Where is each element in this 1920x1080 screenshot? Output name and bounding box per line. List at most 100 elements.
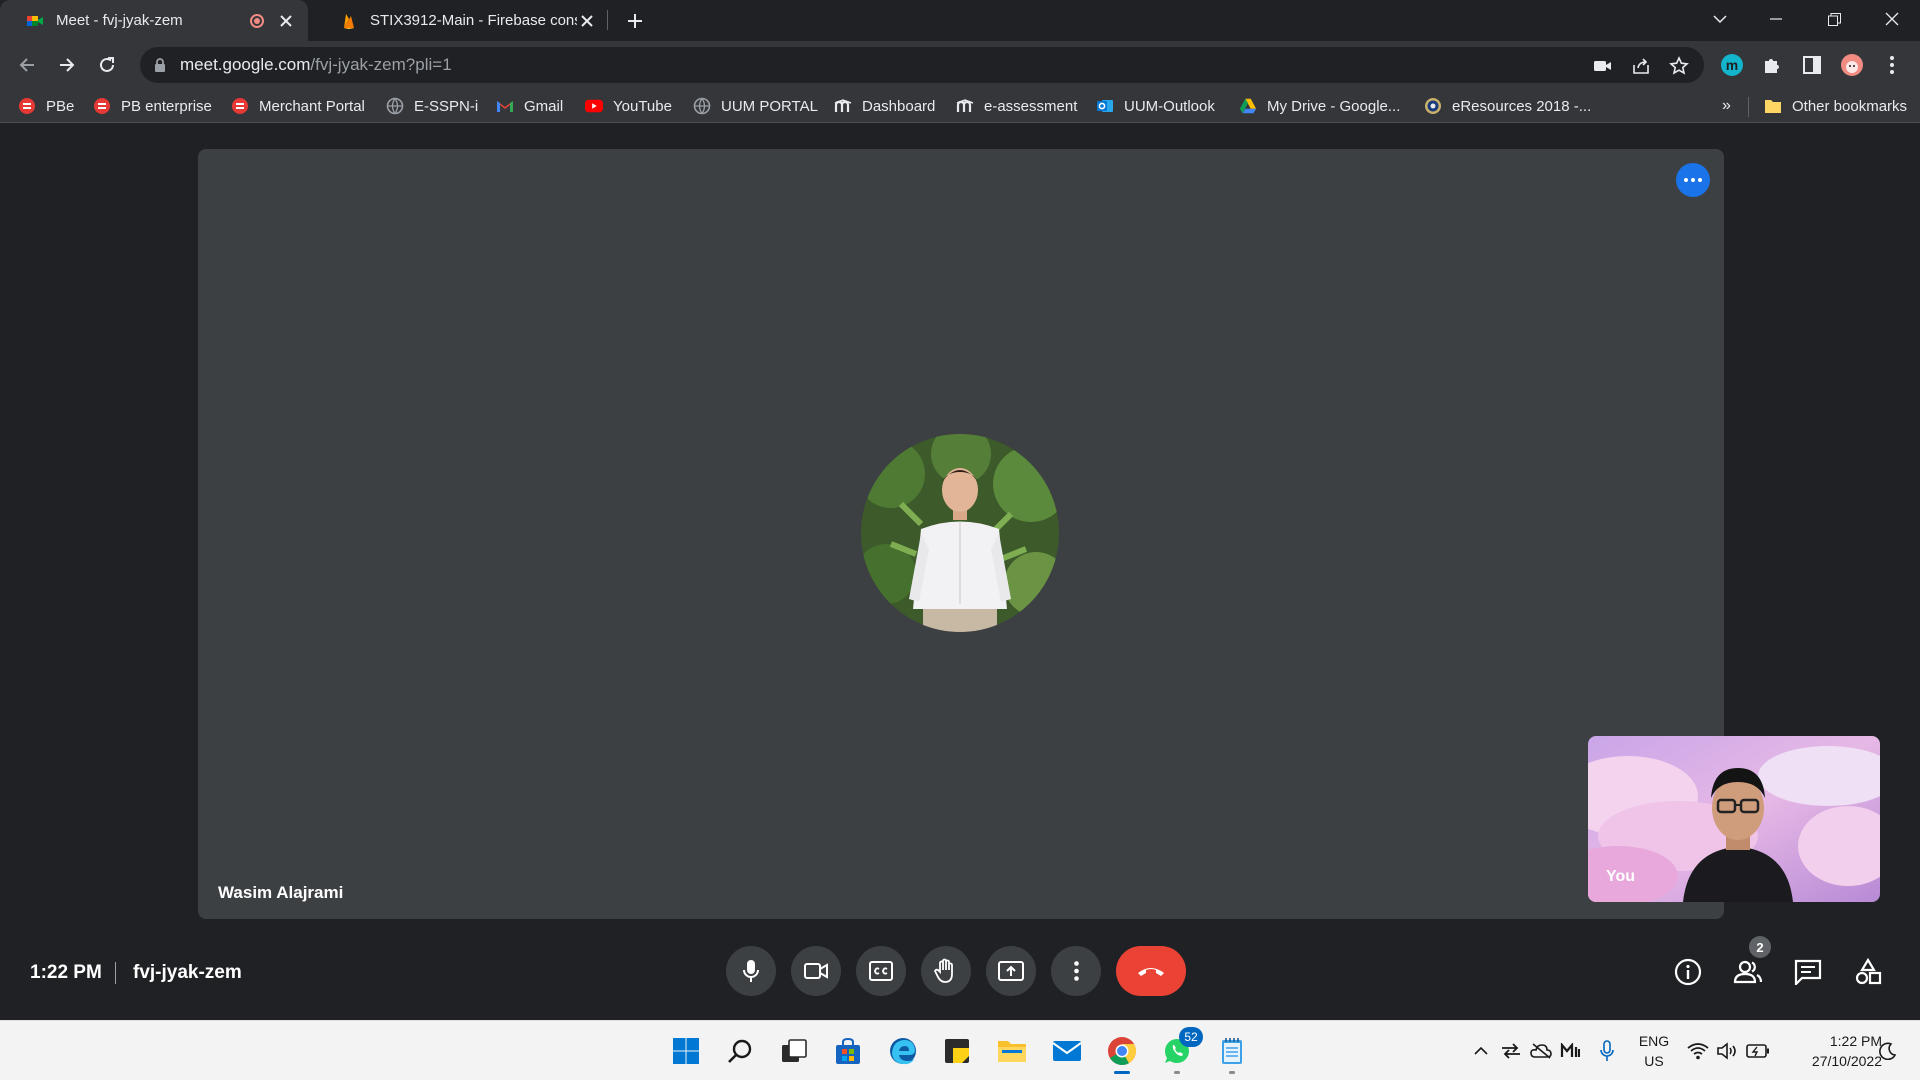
bookmark-label: My Drive - Google... xyxy=(1267,97,1401,115)
bookmark-gmail[interactable]: Gmail xyxy=(496,95,563,117)
forward-button[interactable] xyxy=(53,51,81,79)
reload-button[interactable] xyxy=(93,51,121,79)
sticky-notes-icon xyxy=(945,1039,969,1063)
microphone-in-use-icon[interactable] xyxy=(1595,1039,1619,1063)
bookmark-star-icon[interactable] xyxy=(1668,55,1690,77)
profile-avatar-m[interactable]: m xyxy=(1718,51,1746,79)
bookmark-merchant-portal[interactable]: Merchant Portal xyxy=(231,95,365,117)
bookmark-pb-enterprise[interactable]: PB enterprise xyxy=(93,95,212,117)
browser-toolbar: meet.google.com/fvj-jyak-zem?pli=1 m xyxy=(0,41,1920,89)
whatsapp-button[interactable]: 52 xyxy=(1157,1027,1203,1074)
close-tab-icon[interactable] xyxy=(577,11,597,31)
chevron-up-icon xyxy=(1474,1047,1488,1055)
microsoft-store-button[interactable] xyxy=(828,1031,868,1071)
battery-icon[interactable] xyxy=(1746,1039,1770,1063)
self-view-label: You xyxy=(1606,868,1636,885)
bookmark-uum-portal[interactable]: UUM PORTAL xyxy=(693,95,818,117)
volume-icon[interactable] xyxy=(1716,1039,1740,1063)
arrow-right-icon xyxy=(60,58,75,72)
notepad-button[interactable] xyxy=(1212,1031,1252,1074)
people-count-badge: 2 xyxy=(1749,936,1771,958)
whatsapp-unread-badge: 52 xyxy=(1179,1027,1203,1047)
close-window-button[interactable] xyxy=(1864,0,1920,38)
mic-button[interactable] xyxy=(726,946,776,996)
bookmark-label: UUM PORTAL xyxy=(721,97,818,115)
bookmark-label: PB enterprise xyxy=(121,97,212,115)
eresources-icon xyxy=(1424,97,1442,115)
sticky-notes-button[interactable] xyxy=(937,1031,977,1071)
bookmark-label: Gmail xyxy=(524,97,564,115)
gmail-icon xyxy=(496,97,514,115)
lock-icon xyxy=(155,58,165,72)
camera-button[interactable] xyxy=(791,946,841,996)
tab-search-button[interactable] xyxy=(1692,0,1748,38)
edge-button[interactable] xyxy=(883,1031,923,1071)
other-bookmarks-folder[interactable]: Other bookmarks xyxy=(1764,95,1907,117)
extensions-button[interactable] xyxy=(1758,51,1786,79)
chrome-button[interactable] xyxy=(1102,1031,1142,1074)
more-horizontal-icon xyxy=(1684,178,1702,182)
leave-call-button[interactable] xyxy=(1116,946,1186,996)
input-language-indicator[interactable]: ENG US xyxy=(1634,1031,1674,1071)
tile-options-button[interactable] xyxy=(1676,163,1710,197)
profile-button[interactable] xyxy=(1838,51,1866,79)
chrome-menu-button[interactable] xyxy=(1878,51,1906,79)
mail-icon xyxy=(1052,1041,1082,1061)
google-drive-icon xyxy=(1239,97,1257,115)
end-call-icon xyxy=(1138,968,1164,976)
mail-button[interactable] xyxy=(1047,1031,1087,1071)
bookmark-uum-outlook[interactable]: UUM-Outlook xyxy=(1096,95,1215,117)
chat-button[interactable] xyxy=(1792,956,1824,988)
people-icon xyxy=(1733,960,1763,984)
bookmark-my-drive[interactable]: My Drive - Google... xyxy=(1239,95,1400,117)
focus-assist-icon[interactable] xyxy=(1876,1039,1900,1063)
main-participant-name: Wasim Alajrami xyxy=(218,883,344,902)
close-tab-icon[interactable] xyxy=(276,11,296,31)
system-clock[interactable]: 1:22 PM 27/10/2022 xyxy=(1782,1031,1882,1071)
bookmark-label: Dashboard xyxy=(862,97,936,115)
onedrive-icon[interactable] xyxy=(1529,1039,1553,1063)
meet-app: Wasim Alajrami You 1:22 PM fvj-jyak-zem … xyxy=(0,124,1920,1020)
kebab-menu-icon xyxy=(1073,961,1079,981)
bookmark-label: e-assessment xyxy=(984,97,1078,115)
bookmark-dashboard[interactable]: Dashboard xyxy=(834,95,935,117)
running-app-indicator xyxy=(1229,1071,1235,1074)
bookmark-pbe[interactable]: PBe xyxy=(18,95,74,117)
app-tray-icon[interactable] xyxy=(1558,1039,1582,1063)
bookmark-e-assessment[interactable]: e-assessment xyxy=(956,95,1077,117)
share-icon[interactable] xyxy=(1630,55,1652,77)
bookmarks-overflow-button[interactable]: » xyxy=(1722,95,1731,117)
start-button[interactable] xyxy=(666,1031,706,1071)
meeting-details-button[interactable] xyxy=(1672,956,1704,988)
bookmark-e-sspn-i[interactable]: E-SSPN-i xyxy=(386,95,478,117)
bookmarks-bar: PBe PB enterprise Merchant Portal E-SSPN… xyxy=(0,89,1920,123)
people-button[interactable] xyxy=(1732,956,1764,988)
more-options-button[interactable] xyxy=(1051,946,1101,996)
search-button[interactable] xyxy=(720,1031,760,1071)
raise-hand-button[interactable] xyxy=(921,946,971,996)
self-view-tile[interactable]: You xyxy=(1588,736,1880,902)
lang-region: US xyxy=(1644,1053,1664,1069)
side-panel-button[interactable] xyxy=(1798,51,1826,79)
file-explorer-button[interactable] xyxy=(992,1031,1032,1071)
camera-in-use-icon[interactable] xyxy=(1592,55,1614,77)
back-button[interactable] xyxy=(13,51,41,79)
task-view-button[interactable] xyxy=(774,1031,814,1071)
activities-button[interactable] xyxy=(1852,956,1884,988)
network-transfer-icon[interactable] xyxy=(1499,1039,1523,1063)
new-tab-button[interactable] xyxy=(622,8,648,34)
show-hidden-icons-button[interactable] xyxy=(1469,1039,1493,1063)
running-app-indicator xyxy=(1174,1071,1180,1074)
bookmark-youtube[interactable]: YouTube xyxy=(585,95,672,117)
wifi-icon[interactable] xyxy=(1686,1039,1710,1063)
tab-firebase[interactable]: STIX3912-Main - Firebase console xyxy=(314,0,609,41)
bookmark-eresources[interactable]: eResources 2018 -... xyxy=(1424,95,1591,117)
address-bar[interactable]: meet.google.com/fvj-jyak-zem?pli=1 xyxy=(140,47,1704,83)
tab-meet[interactable]: Meet - fvj-jyak-zem xyxy=(0,0,308,41)
side-panel-icon xyxy=(1803,56,1821,74)
restore-button[interactable] xyxy=(1806,0,1862,38)
pb-enterprise-icon xyxy=(93,97,111,115)
captions-button[interactable] xyxy=(856,946,906,996)
present-button[interactable] xyxy=(986,946,1036,996)
minimize-button[interactable] xyxy=(1748,0,1804,38)
